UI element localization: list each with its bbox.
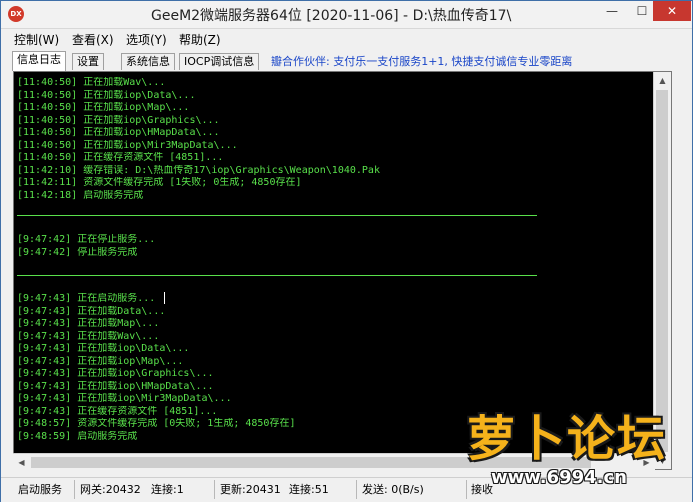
scroll-up-icon[interactable]: ▲ bbox=[654, 72, 671, 89]
log-line: [9:47:43] 正在加载iop\Graphics\... bbox=[17, 368, 214, 380]
log-block-stop: [9:47:42] 正在停止服务... [9:47:42] 停止服务完成 bbox=[17, 234, 642, 259]
log-line: [11:42:10] 缓存错误: D:\热血传奇17\iop\Graphics\… bbox=[17, 164, 380, 176]
status-gateway: 网关:20432 bbox=[80, 483, 141, 496]
watermark-title: 萝卜论坛 bbox=[467, 411, 668, 467]
log-line: [11:40:50] 正在缓存资源文件 [4851]... bbox=[17, 152, 224, 164]
log-line: [11:40:50] 正在加载Wav\... bbox=[17, 77, 166, 88]
tab-iocp-debug[interactable]: IOCP调试信息 bbox=[179, 53, 260, 70]
log-separator bbox=[17, 215, 537, 216]
main-window: DX GeeM2微端服务器64位 [2020-11-06] - D:\热血传奇1… bbox=[0, 0, 693, 502]
status-gateway-connections: 连接:1 bbox=[151, 483, 184, 496]
text-cursor bbox=[164, 292, 165, 304]
log-line: [11:40:50] 正在加载iop\Mir3MapData\... bbox=[17, 139, 238, 151]
log-line: [9:47:43] 正在加载iop\HMapData\... bbox=[17, 380, 214, 392]
tab-system-info[interactable]: 系统信息 bbox=[121, 53, 175, 70]
log-line: [11:42:18] 启动服务完成 bbox=[17, 189, 144, 201]
log-line: [9:47:43] 正在启动服务... bbox=[17, 293, 156, 304]
title-bar[interactable]: DX GeeM2微端服务器64位 [2020-11-06] - D:\热血传奇1… bbox=[1, 1, 692, 29]
app-logo-icon: DX bbox=[8, 6, 24, 22]
menu-help[interactable]: 帮助(Z) bbox=[179, 31, 221, 48]
tab-settings[interactable]: 设置 bbox=[72, 53, 104, 70]
site-watermark: 萝卜论坛 www.6994.cn bbox=[453, 393, 683, 499]
status-divider bbox=[74, 480, 75, 499]
status-service: 启动服务 bbox=[18, 483, 62, 496]
status-divider bbox=[214, 480, 215, 499]
scroll-left-icon[interactable]: ◀ bbox=[13, 454, 30, 471]
log-line: [11:40:50] 正在加载iop\Graphics\... bbox=[17, 114, 220, 126]
log-line: [9:47:43] 正在加载Data\... bbox=[17, 305, 166, 317]
tab-info-log[interactable]: 信息日志 bbox=[12, 51, 66, 71]
status-send-rate: 发送: 0(B/s) bbox=[362, 483, 424, 496]
watermark-url: www.6994.cn bbox=[491, 467, 627, 488]
menu-control[interactable]: 控制(W) bbox=[14, 31, 59, 48]
log-block-startup: [11:40:50] 正在加载Wav\... [11:40:50] 正在加载iop… bbox=[17, 77, 642, 202]
window-title: GeeM2微端服务器64位 [2020-11-06] - D:\热血传奇17\ bbox=[151, 8, 512, 24]
log-line: [11:42:11] 资源文件缓存完成 [1失败; 0生成; 4850存在] bbox=[17, 177, 302, 189]
log-line: [9:47:43] 正在加载iop\Data\... bbox=[17, 343, 190, 355]
menu-options[interactable]: 选项(Y) bbox=[126, 31, 167, 48]
log-line: [9:47:43] 正在加载Wav\... bbox=[17, 330, 160, 342]
log-line: [9:47:43] 正在加载Map\... bbox=[17, 318, 160, 330]
close-button[interactable]: ✕ bbox=[653, 1, 691, 21]
status-update: 更新:20431 bbox=[220, 483, 281, 496]
log-line: [9:47:43] 正在加载iop\Map\... bbox=[17, 355, 184, 367]
log-line: [11:40:50] 正在加载iop\HMapData\... bbox=[17, 127, 220, 139]
partner-banner[interactable]: 瓣合作伙伴: 支付乐一支付服务1+1, 快捷支付诚信专业零距离 bbox=[271, 53, 572, 69]
status-divider bbox=[356, 480, 357, 499]
minimize-button[interactable]: — bbox=[597, 1, 627, 21]
menu-view[interactable]: 查看(X) bbox=[72, 31, 114, 48]
menu-bar: 控制(W) 查看(X) 选项(Y) 帮助(Z) bbox=[1, 29, 692, 49]
log-line: [9:47:42] 停止服务完成 bbox=[17, 246, 138, 258]
log-line: [11:40:50] 正在加载iop\Map\... bbox=[17, 102, 190, 114]
status-update-connections: 连接:51 bbox=[289, 483, 329, 496]
log-line: [9:47:42] 正在停止服务... bbox=[17, 234, 156, 245]
log-separator bbox=[17, 275, 537, 276]
log-line: [11:40:50] 正在加载iop\Data\... bbox=[17, 89, 196, 101]
